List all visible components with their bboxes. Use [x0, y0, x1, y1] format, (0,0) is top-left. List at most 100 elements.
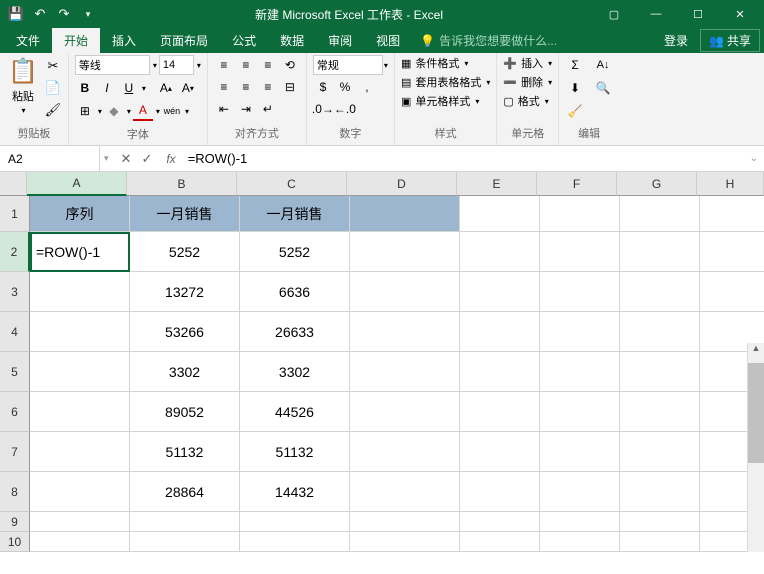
- row-header[interactable]: 3: [0, 272, 30, 312]
- increase-indent-icon[interactable]: ⇥: [236, 99, 256, 119]
- cell[interactable]: 26633: [240, 312, 350, 352]
- cell[interactable]: [350, 392, 460, 432]
- cell[interactable]: [620, 232, 700, 272]
- close-icon[interactable]: ✕: [720, 3, 760, 25]
- fill-icon[interactable]: ⬇: [565, 78, 585, 98]
- cell[interactable]: [540, 512, 620, 532]
- tab-layout[interactable]: 页面布局: [148, 28, 220, 53]
- cell-styles-button[interactable]: ▣ 单元格样式 ▾: [401, 93, 490, 109]
- increase-font-icon[interactable]: A▴: [156, 78, 176, 98]
- tab-formulas[interactable]: 公式: [220, 28, 268, 53]
- row-header[interactable]: 6: [0, 392, 30, 432]
- login-link[interactable]: 登录: [652, 28, 700, 53]
- chevron-down-icon[interactable]: ▾: [153, 61, 157, 70]
- align-middle-icon[interactable]: ≡: [236, 55, 256, 75]
- cell[interactable]: [130, 512, 240, 532]
- cell[interactable]: [460, 532, 540, 552]
- cell[interactable]: [540, 232, 620, 272]
- cell[interactable]: [540, 312, 620, 352]
- cell[interactable]: [460, 472, 540, 512]
- cell[interactable]: [620, 532, 700, 552]
- tell-me[interactable]: 💡 告诉我您想要做什么...: [412, 28, 565, 53]
- format-painter-icon[interactable]: 🖌: [44, 101, 62, 119]
- cell[interactable]: 53266: [130, 312, 240, 352]
- cell[interactable]: [350, 532, 460, 552]
- tab-view[interactable]: 视图: [364, 28, 412, 53]
- column-header[interactable]: D: [347, 172, 457, 196]
- tab-home[interactable]: 开始: [52, 28, 100, 53]
- cell[interactable]: [30, 432, 130, 472]
- column-header[interactable]: C: [237, 172, 347, 196]
- font-name-select[interactable]: [75, 55, 150, 75]
- cell[interactable]: [460, 432, 540, 472]
- align-top-icon[interactable]: ≡: [214, 55, 234, 75]
- tab-data[interactable]: 数据: [268, 28, 316, 53]
- cell[interactable]: [130, 532, 240, 552]
- cell[interactable]: [240, 512, 350, 532]
- orientation-icon[interactable]: ⟲: [280, 55, 300, 75]
- cell[interactable]: [460, 272, 540, 312]
- table-format-button[interactable]: ▤ 套用表格格式 ▾: [401, 74, 490, 90]
- active-cell[interactable]: =ROW()-1: [30, 232, 130, 272]
- cell[interactable]: [350, 352, 460, 392]
- cell[interactable]: 51132: [240, 432, 350, 472]
- cell[interactable]: [700, 232, 764, 272]
- cell[interactable]: [350, 512, 460, 532]
- cell[interactable]: [620, 352, 700, 392]
- vertical-scrollbar[interactable]: ▲: [747, 343, 764, 552]
- scroll-up-icon[interactable]: ▲: [748, 343, 764, 363]
- cell[interactable]: [540, 532, 620, 552]
- row-header[interactable]: 10: [0, 532, 30, 552]
- cell[interactable]: [540, 272, 620, 312]
- cell[interactable]: [460, 512, 540, 532]
- font-size-select[interactable]: [159, 55, 194, 75]
- insert-cells-button[interactable]: ➕ 插入 ▾: [503, 55, 552, 71]
- underline-button[interactable]: U: [119, 78, 139, 98]
- row-header[interactable]: 7: [0, 432, 30, 472]
- row-header[interactable]: 2: [0, 232, 30, 272]
- redo-icon[interactable]: ↷: [56, 6, 72, 22]
- cell[interactable]: [540, 196, 620, 232]
- increase-decimal-icon[interactable]: .0→: [313, 99, 333, 119]
- undo-icon[interactable]: ↶: [32, 6, 48, 22]
- cell[interactable]: [460, 392, 540, 432]
- format-cells-button[interactable]: ▢ 格式 ▾: [503, 93, 552, 109]
- column-header[interactable]: F: [537, 172, 617, 196]
- cell[interactable]: [620, 272, 700, 312]
- cell[interactable]: [460, 312, 540, 352]
- minimize-icon[interactable]: —: [636, 3, 676, 25]
- cell[interactable]: 5252: [240, 232, 350, 272]
- expand-formula-bar-icon[interactable]: ⌄: [744, 153, 764, 164]
- copy-icon[interactable]: 📄: [44, 79, 62, 97]
- percent-icon[interactable]: %: [335, 77, 355, 97]
- cell[interactable]: [30, 512, 130, 532]
- cell[interactable]: 13272: [130, 272, 240, 312]
- ribbon-display-icon[interactable]: ▢: [594, 3, 634, 25]
- align-center-icon[interactable]: ≡: [236, 77, 256, 97]
- tab-file[interactable]: 文件: [4, 28, 52, 53]
- scroll-thumb[interactable]: [748, 363, 764, 463]
- cell[interactable]: [620, 432, 700, 472]
- font-color-button[interactable]: A: [133, 101, 153, 121]
- column-header[interactable]: H: [697, 172, 764, 196]
- cell[interactable]: 3302: [130, 352, 240, 392]
- cell[interactable]: [460, 196, 540, 232]
- cell[interactable]: [540, 392, 620, 432]
- cell[interactable]: 5252: [130, 232, 240, 272]
- conditional-format-button[interactable]: ▦ 条件格式 ▾: [401, 55, 490, 71]
- cell[interactable]: 14432: [240, 472, 350, 512]
- cell[interactable]: [700, 272, 764, 312]
- cell[interactable]: [620, 472, 700, 512]
- chevron-down-icon[interactable]: ▾: [127, 107, 131, 116]
- maximize-icon[interactable]: ☐: [678, 3, 718, 25]
- row-header[interactable]: 5: [0, 352, 30, 392]
- cell[interactable]: 89052: [130, 392, 240, 432]
- select-all-corner[interactable]: [0, 172, 27, 196]
- cell[interactable]: 3302: [240, 352, 350, 392]
- clear-icon[interactable]: 🧹: [565, 101, 585, 121]
- cell[interactable]: [540, 472, 620, 512]
- border-button[interactable]: ⊞: [75, 101, 95, 121]
- cell[interactable]: [30, 272, 130, 312]
- qat-dropdown-icon[interactable]: ▾: [80, 6, 96, 22]
- decrease-font-icon[interactable]: A▾: [178, 78, 198, 98]
